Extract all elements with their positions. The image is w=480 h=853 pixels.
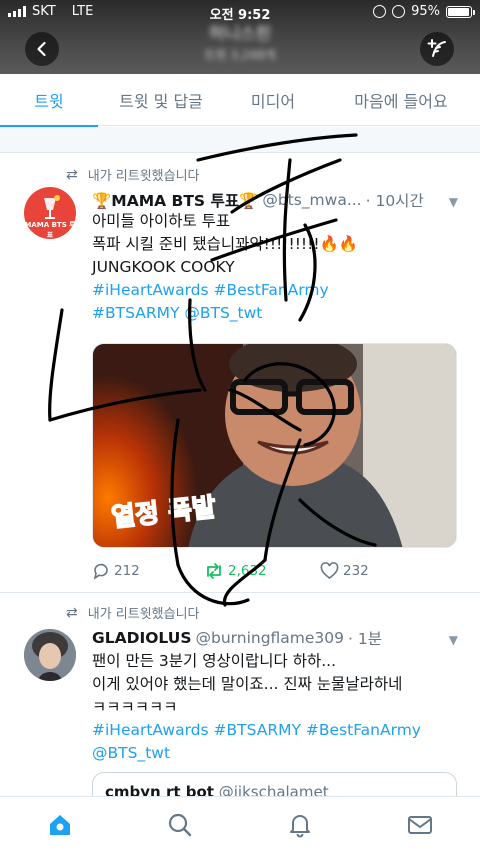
tweet-time: · 10시간 (365, 192, 424, 210)
tab-tweets-replies[interactable]: 트윗 및 답글 (98, 74, 224, 126)
tweet-count-blurred: 트윗 3,248개 (204, 48, 276, 62)
search-icon (168, 813, 192, 837)
mail-icon (408, 816, 432, 834)
home-icon (50, 815, 70, 835)
feather-plus-icon (427, 39, 446, 57)
back-button[interactable] (25, 32, 59, 66)
retweet-label: 내가 리트윗했습니다 (87, 169, 200, 184)
tweet-text: 아미들 아이하토 투표 폭파 시킬 준비 됐습니꽈악!!!!!!!!!🔥🔥 JU… (92, 210, 456, 325)
profile-name-blurred: 허니스핀 (208, 24, 272, 44)
chevron-left-icon (37, 41, 46, 57)
profile-header: SKT LTE 오전 9:52 95% 허니스핀 트윗 3,248개 (0, 0, 480, 74)
tweet-media[interactable]: 열정 폭발 (92, 343, 457, 548)
heart-icon (320, 562, 339, 579)
reply-icon (93, 563, 108, 580)
display-name[interactable]: GLADIOLUS (92, 629, 191, 647)
like-button[interactable]: 232 (320, 562, 369, 580)
tweet-card[interactable]: ⇄ 내가 리트윗했습니다 GLADIOLUS @burningflame309 … (0, 593, 480, 797)
tweet-line: ㅋㅋㅋㅋㅋㅋ (92, 698, 178, 716)
tab-media[interactable]: 미디어 (224, 74, 322, 126)
tab-tweets[interactable]: 트윗 (0, 74, 98, 127)
section-gap (0, 127, 480, 153)
nav-home[interactable] (0, 797, 120, 853)
nav-notifications[interactable] (240, 797, 360, 853)
chevron-down-icon[interactable]: ▼ (449, 633, 458, 647)
alarm-icon (392, 5, 406, 18)
status-bar: SKT LTE 오전 9:52 95% (0, 0, 480, 24)
profile-tabs: 트윗 트윗 및 답글 미디어 마음에 들어요 (0, 74, 480, 127)
tweet-line: 이게 있어야 했는데 말이죠... 진짜 눈물날라하네 (92, 675, 403, 693)
bottom-navigation (0, 796, 480, 853)
tweet-line: 아미들 아이하토 투표 (92, 212, 231, 230)
reply-count: 212 (114, 563, 140, 579)
tab-likes[interactable]: 마음에 들어요 (322, 74, 480, 126)
user-handle[interactable]: @burningflame309 (195, 629, 344, 647)
tweet-header: 🏆MAMA BTS 투표🏆 @bts_mwa... · 10시간 (92, 189, 464, 211)
hashtag-line[interactable]: @BTS_twt (92, 742, 456, 765)
hashtag-line[interactable]: #BTSARMY @BTS_twt (92, 302, 456, 325)
tweet-line: 팬이 만든 3분기 영상이랍니다 하하... (92, 652, 336, 670)
retweet-button[interactable]: 2,632 (204, 562, 320, 580)
retweet-icon: ⇄ (66, 166, 78, 183)
compose-tweet-button[interactable] (420, 32, 454, 66)
nav-messages[interactable] (360, 797, 480, 853)
status-right: 95% (373, 4, 475, 19)
person-photo (24, 629, 76, 681)
tweet-line: 폭파 시킬 준비 됐습니꽈악!!!!!!!!!🔥🔥 (92, 235, 359, 253)
battery-percent: 95% (411, 4, 440, 19)
nav-search[interactable] (120, 797, 240, 853)
battery-icon (446, 5, 475, 18)
rotation-lock-icon (373, 5, 387, 18)
bell-icon (290, 815, 310, 838)
retweet-indicator: ⇄ 내가 리트윗했습니다 (66, 165, 200, 185)
avatar-label: MAMA BTS 투표 (24, 221, 76, 239)
retweet-label: 내가 리트윗했습니다 (87, 607, 200, 622)
hashtag-line[interactable]: #iHeartAwards #BestFanArmy (92, 279, 456, 302)
tweet-line: JUNGKOOK COOKY (92, 258, 235, 276)
avatar[interactable]: MAMA BTS 투표 (24, 187, 76, 239)
retweet-icon: ⇄ (66, 604, 78, 621)
tweet-header: GLADIOLUS @burningflame309 · 1분 (92, 627, 464, 649)
tweet-time: · 1분 (348, 630, 383, 648)
user-handle[interactable]: @bts_mwa... (262, 191, 361, 209)
avatar[interactable] (24, 629, 76, 681)
reply-button[interactable]: 212 (92, 562, 204, 580)
tweet-text: 팬이 만든 3분기 영상이랍니다 하하... 이게 있어야 했는데 말이죠...… (92, 650, 456, 765)
tweet-actions: 212 2,632 232 (92, 562, 369, 580)
hashtag-line[interactable]: #iHeartAwards #BTSARMY #BestFanArmy (92, 719, 456, 742)
retweet-count: 2,632 (228, 563, 267, 579)
retweet-icon (207, 563, 221, 579)
display-name[interactable]: 🏆MAMA BTS 투표🏆 (92, 189, 258, 211)
like-count: 232 (343, 563, 369, 579)
retweet-indicator: ⇄ 내가 리트윗했습니다 (66, 603, 200, 623)
chevron-down-icon[interactable]: ▼ (449, 195, 458, 209)
